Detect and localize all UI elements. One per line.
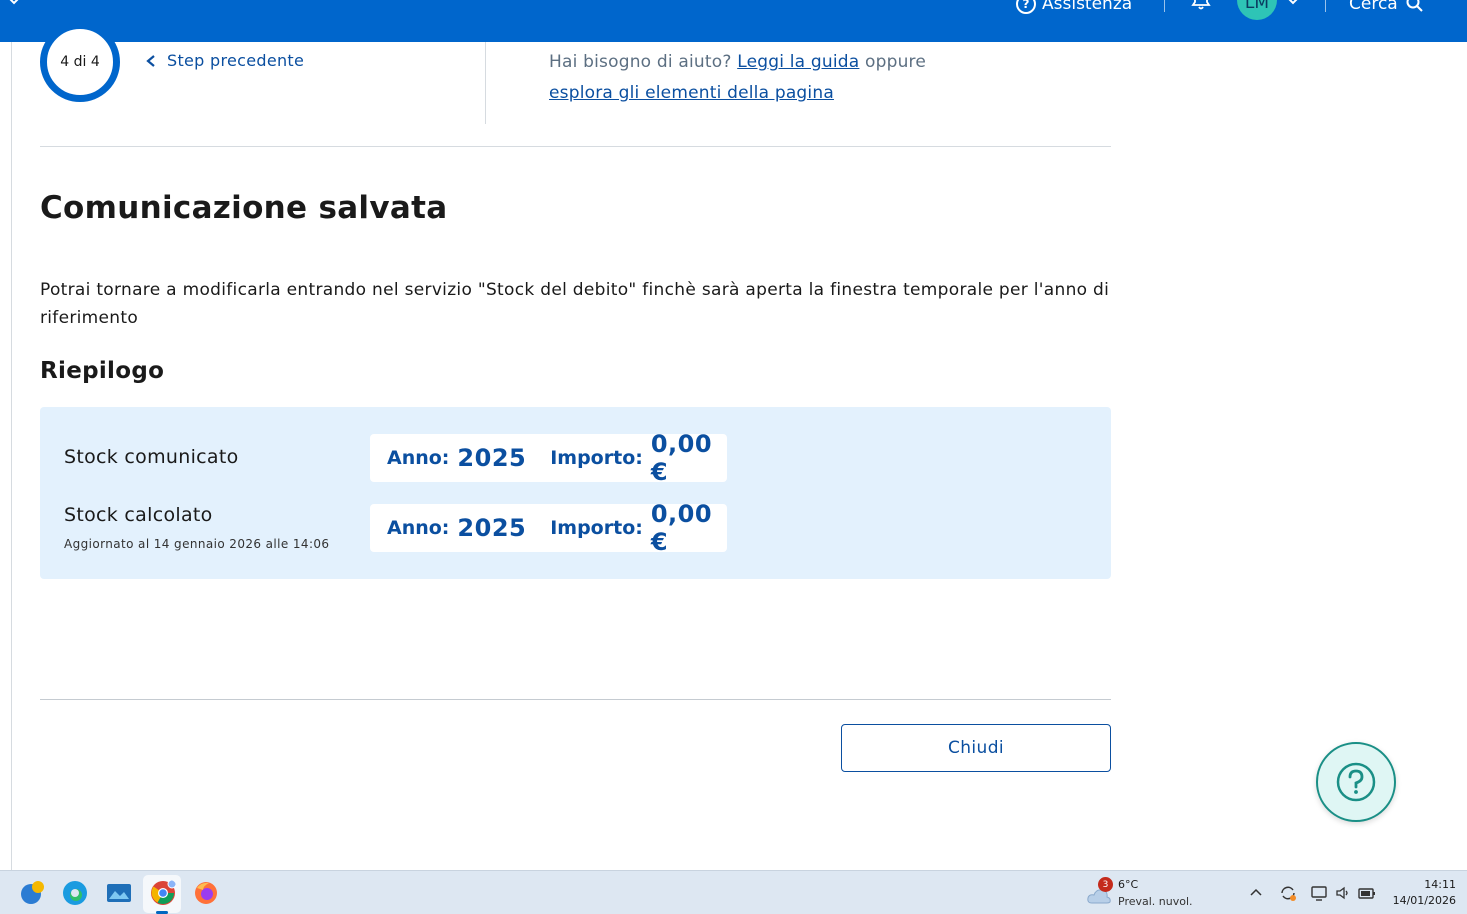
top-header: ? Assistenza LM Cerca (0, 0, 1467, 42)
year-value: 2025 (457, 444, 527, 472)
clock-date: 14/01/2026 (1392, 894, 1456, 907)
content-border (11, 42, 12, 870)
copilot-icon[interactable] (19, 880, 45, 906)
avatar-initials: LM (1244, 0, 1270, 13)
volume-icon[interactable] (1334, 884, 1352, 902)
explore-elements-link[interactable]: esplora gli elementi della pagina (549, 83, 834, 103)
help-text: Hai bisogno di aiuto? Leggi la guida opp… (549, 47, 1089, 109)
search-label: Cerca (1349, 0, 1398, 14)
amount-value: 0,00 € (650, 500, 713, 556)
avatar[interactable]: LM (1237, 0, 1277, 20)
weather-condition: Preval. nuvol. (1118, 895, 1193, 908)
amount-key: Importo: (550, 447, 643, 469)
summary-value-box: Anno: 2025 Importo: 0,00 € (370, 430, 727, 486)
divider (1325, 0, 1326, 12)
divider (40, 699, 1111, 700)
search-icon (1406, 0, 1423, 12)
help-middle: oppure (865, 52, 927, 72)
photos-app-icon[interactable] (106, 880, 132, 906)
edge-browser-icon[interactable] (62, 880, 88, 906)
summary-row-label: Stock calcolato (64, 504, 213, 526)
summary-title: Riepilogo (40, 358, 165, 384)
question-mark-icon (1336, 762, 1376, 802)
help-circle-icon: ? (1016, 0, 1036, 14)
year-key: Anno: (387, 517, 450, 539)
summary-value-box: Anno: 2025 Importo: 0,00 € (370, 500, 727, 556)
page-title: Comunicazione salvata (40, 190, 448, 226)
chevron-down-icon[interactable] (1286, 0, 1300, 8)
summary-panel: Stock comunicato Anno: 2025 Importo: 0,0… (40, 407, 1111, 579)
help-prefix: Hai bisogno di aiuto? (549, 52, 732, 72)
chevron-left-icon (146, 54, 155, 67)
weather-widget[interactable]: 3 6°C Preval. nuvol. (1086, 877, 1206, 911)
clock-time: 14:11 (1424, 878, 1456, 891)
amount-key: Importo: (550, 517, 643, 539)
weather-temp: 6°C (1118, 878, 1139, 891)
clock[interactable]: 14:11 14/01/2026 (1384, 877, 1456, 909)
search-button[interactable]: Cerca (1349, 0, 1424, 14)
assistance-button[interactable]: ? Assistenza (1016, 0, 1132, 14)
summary-row-sublabel: Aggiornato al 14 gennaio 2026 alle 14:06 (64, 537, 330, 551)
divider (40, 146, 1111, 147)
guide-link[interactable]: Leggi la guida (737, 52, 859, 72)
divider (1164, 0, 1165, 12)
firefox-browser-icon[interactable] (193, 880, 219, 906)
bell-icon[interactable] (1191, 0, 1211, 12)
step-progress-indicator: 4 di 4 (40, 22, 120, 102)
sync-icon[interactable] (1279, 884, 1297, 902)
amount-value: 0,00 € (650, 430, 713, 486)
close-button[interactable]: Chiudi (841, 724, 1111, 772)
step-progress-text: 4 di 4 (60, 54, 100, 70)
prev-step-link[interactable]: Step precedente (145, 51, 304, 70)
year-key: Anno: (387, 447, 450, 469)
help-fab-button[interactable] (1316, 742, 1396, 822)
year-value: 2025 (457, 514, 527, 542)
battery-icon[interactable] (1358, 884, 1376, 902)
taskbar: 3 6°C Preval. nuvol. 14:11 14/01/2026 (0, 870, 1467, 914)
assistance-label: Assistenza (1042, 0, 1133, 14)
summary-row-label: Stock comunicato (64, 446, 239, 468)
prev-step-label: Step precedente (167, 51, 305, 70)
chevron-up-icon[interactable] (1247, 884, 1265, 902)
divider (485, 42, 486, 124)
chevron-down-icon[interactable] (6, 0, 22, 8)
network-icon[interactable] (1310, 884, 1328, 902)
chrome-browser-icon[interactable] (150, 880, 176, 906)
page-description: Potrai tornare a modificarla entrando ne… (40, 280, 1110, 328)
weather-badge: 3 (1098, 877, 1113, 892)
